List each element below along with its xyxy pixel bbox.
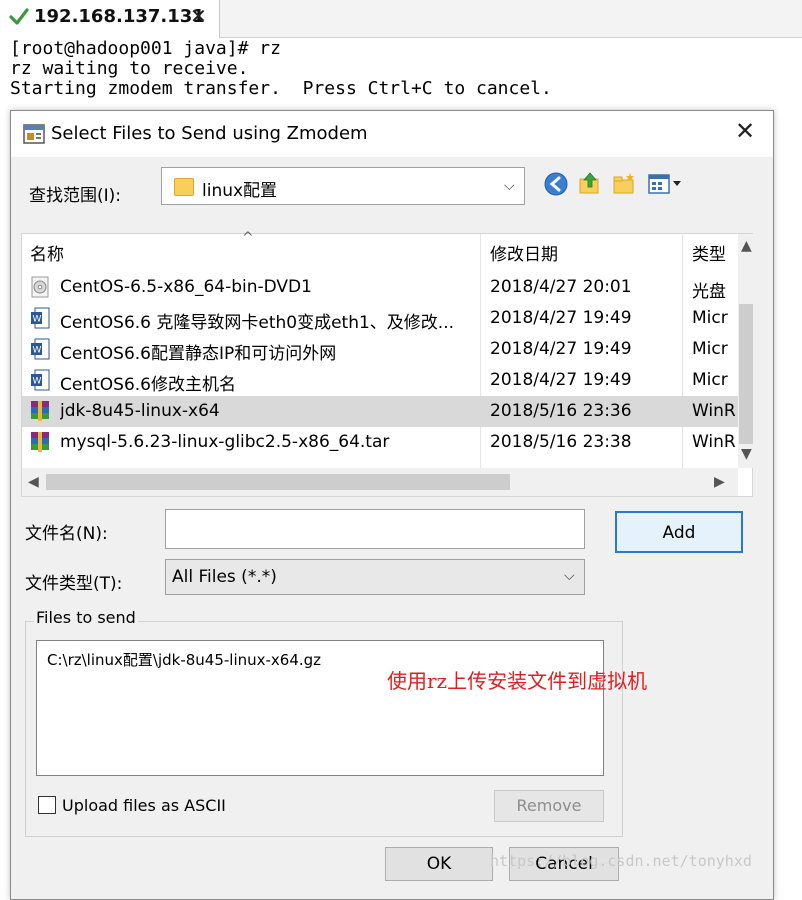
archive-icon [31, 401, 49, 421]
disc-icon [31, 276, 49, 298]
tab-title: 192.168.137.131 [34, 6, 205, 27]
svg-text:W: W [33, 346, 42, 356]
filename-input[interactable] [165, 509, 585, 549]
dialog-titlebar[interactable]: Select Files to Send using Zmodem ✕ [11, 111, 773, 157]
column-header-name[interactable]: 名称 [30, 234, 470, 268]
tab-close-icon[interactable]: ✕ [190, 4, 207, 28]
files-to-send-label: Files to send [34, 608, 138, 627]
file-name: CentOS6.6配置静态IP和可访问外网 [60, 344, 337, 364]
file-type: WinR [692, 432, 736, 452]
file-modified: 2018/4/27 19:49 [490, 339, 632, 359]
file-name: CentOS6.6 克隆导致网卡eth0变成eth1、及修改... [60, 313, 455, 333]
file-row[interactable]: W CentOS6.6 克隆导致网卡eth0变成eth1、及修改... 2018… [22, 303, 738, 334]
close-icon[interactable]: ✕ [735, 117, 755, 145]
word-doc-icon: W [31, 338, 50, 360]
back-arrow-icon[interactable] [543, 171, 569, 197]
file-row-selected[interactable]: jdk-8u45-linux-x64 2018/5/16 23:36 WinR [22, 396, 738, 427]
lookin-label: 查找范围(I): [29, 186, 122, 206]
vertical-scrollbar[interactable]: ▲ ▼ [738, 234, 754, 468]
file-row[interactable]: W CentOS6.6配置静态IP和可访问外网 2018/4/27 19:49 … [22, 334, 738, 365]
scroll-down-icon[interactable]: ▼ [741, 446, 752, 462]
filetype-value: All Files (*.*) [172, 567, 277, 587]
horizontal-scrollbar[interactable]: ◀ ▶ [22, 468, 738, 496]
folder-icon [174, 178, 194, 196]
app-window-icon [23, 124, 45, 144]
filename-label: 文件名(N): [25, 524, 108, 544]
file-list[interactable]: ^ 名称 修改日期 类型 CentOS-6.5-x86_64-bin-DVD1 … [21, 230, 754, 497]
file-modified: 2018/5/16 23:36 [490, 401, 632, 421]
file-modified: 2018/4/27 20:01 [490, 277, 632, 297]
file-type: Micr [692, 308, 728, 328]
file-type: 光盘 [692, 282, 726, 302]
scroll-right-icon[interactable]: ▶ [714, 474, 725, 490]
file-type: Micr [692, 370, 728, 390]
file-modified: 2018/5/16 23:38 [490, 432, 632, 452]
zmodem-send-dialog: Select Files to Send using Zmodem ✕ 查找范围… [10, 110, 774, 900]
file-row[interactable]: mysql-5.6.23-linux-glibc2.5-x86_64.tar 2… [22, 427, 738, 458]
upload-ascii-checkbox[interactable] [38, 796, 56, 814]
vertical-scroll-thumb[interactable] [739, 304, 753, 444]
list-item[interactable]: C:\rz\linux配置\jdk-8u45-linux-x64.gz [47, 649, 321, 670]
upload-ascii-label[interactable]: Upload files as ASCII [62, 796, 226, 815]
remove-button[interactable]: Remove [494, 790, 604, 822]
watermark: https://blog.csdn.net/tonyhxd [490, 852, 752, 870]
tab-bar: 192.168.137.131 ✕ [0, 0, 802, 38]
dialog-body: 查找范围(I): linux配置 ⌵ ^ 名称 修改日期 类型 CentOS-6… [11, 157, 773, 899]
connected-check-icon [9, 8, 29, 25]
lookin-value: linux配置 [202, 181, 278, 201]
archive-icon [31, 432, 49, 452]
column-header-type[interactable]: 类型 [692, 234, 738, 268]
annotation-text: 使用rz上传安装文件到虚拟机 [387, 669, 648, 693]
file-name: mysql-5.6.23-linux-glibc2.5-x86_64.tar [60, 432, 390, 452]
add-button[interactable]: Add [615, 511, 743, 553]
file-name: CentOS-6.5-x86_64-bin-DVD1 [60, 277, 312, 297]
view-menu-icon[interactable] [647, 171, 687, 197]
new-folder-icon[interactable] [611, 171, 637, 197]
session-tab[interactable]: 192.168.137.131 ✕ [0, 0, 220, 38]
file-row[interactable]: W CentOS6.6修改主机名 2018/4/27 19:49 Micr [22, 365, 738, 396]
chevron-down-icon[interactable]: ⌵ [564, 568, 575, 584]
up-folder-icon[interactable] [577, 171, 603, 197]
svg-text:W: W [33, 315, 42, 325]
chevron-down-icon[interactable]: ⌵ [504, 178, 515, 194]
file-row[interactable]: CentOS-6.5-x86_64-bin-DVD1 2018/4/27 20:… [22, 272, 738, 303]
terminal-line: Starting zmodem transfer. Press Ctrl+C t… [10, 78, 552, 99]
filetype-dropdown[interactable]: All Files (*.*) ⌵ [165, 559, 585, 595]
files-to-send-list[interactable]: C:\rz\linux配置\jdk-8u45-linux-x64.gz [36, 640, 604, 776]
word-doc-icon: W [31, 369, 50, 391]
file-type: WinR [692, 401, 736, 421]
column-header-modified[interactable]: 修改日期 [490, 234, 670, 268]
svg-text:W: W [33, 377, 42, 387]
file-name: jdk-8u45-linux-x64 [60, 401, 220, 421]
file-modified: 2018/4/27 19:49 [490, 370, 632, 390]
file-type: Micr [692, 339, 728, 359]
scroll-up-icon[interactable]: ▲ [741, 238, 752, 254]
lookin-dropdown[interactable]: linux配置 ⌵ [161, 167, 525, 205]
file-name: CentOS6.6修改主机名 [60, 375, 236, 395]
ok-button[interactable]: OK [385, 847, 493, 881]
scroll-left-icon[interactable]: ◀ [28, 474, 39, 490]
word-doc-icon: W [31, 307, 50, 329]
files-to-send-group: Files to send C:\rz\linux配置\jdk-8u45-lin… [25, 608, 623, 837]
horizontal-scroll-thumb[interactable] [46, 474, 510, 490]
dialog-title: Select Files to Send using Zmodem [51, 123, 368, 144]
file-modified: 2018/4/27 19:49 [490, 308, 632, 328]
terminal-line: rz waiting to receive. [10, 58, 249, 79]
terminal-line: [root@hadoop001 java]# rz [10, 38, 281, 59]
filetype-label: 文件类型(T): [25, 574, 123, 594]
